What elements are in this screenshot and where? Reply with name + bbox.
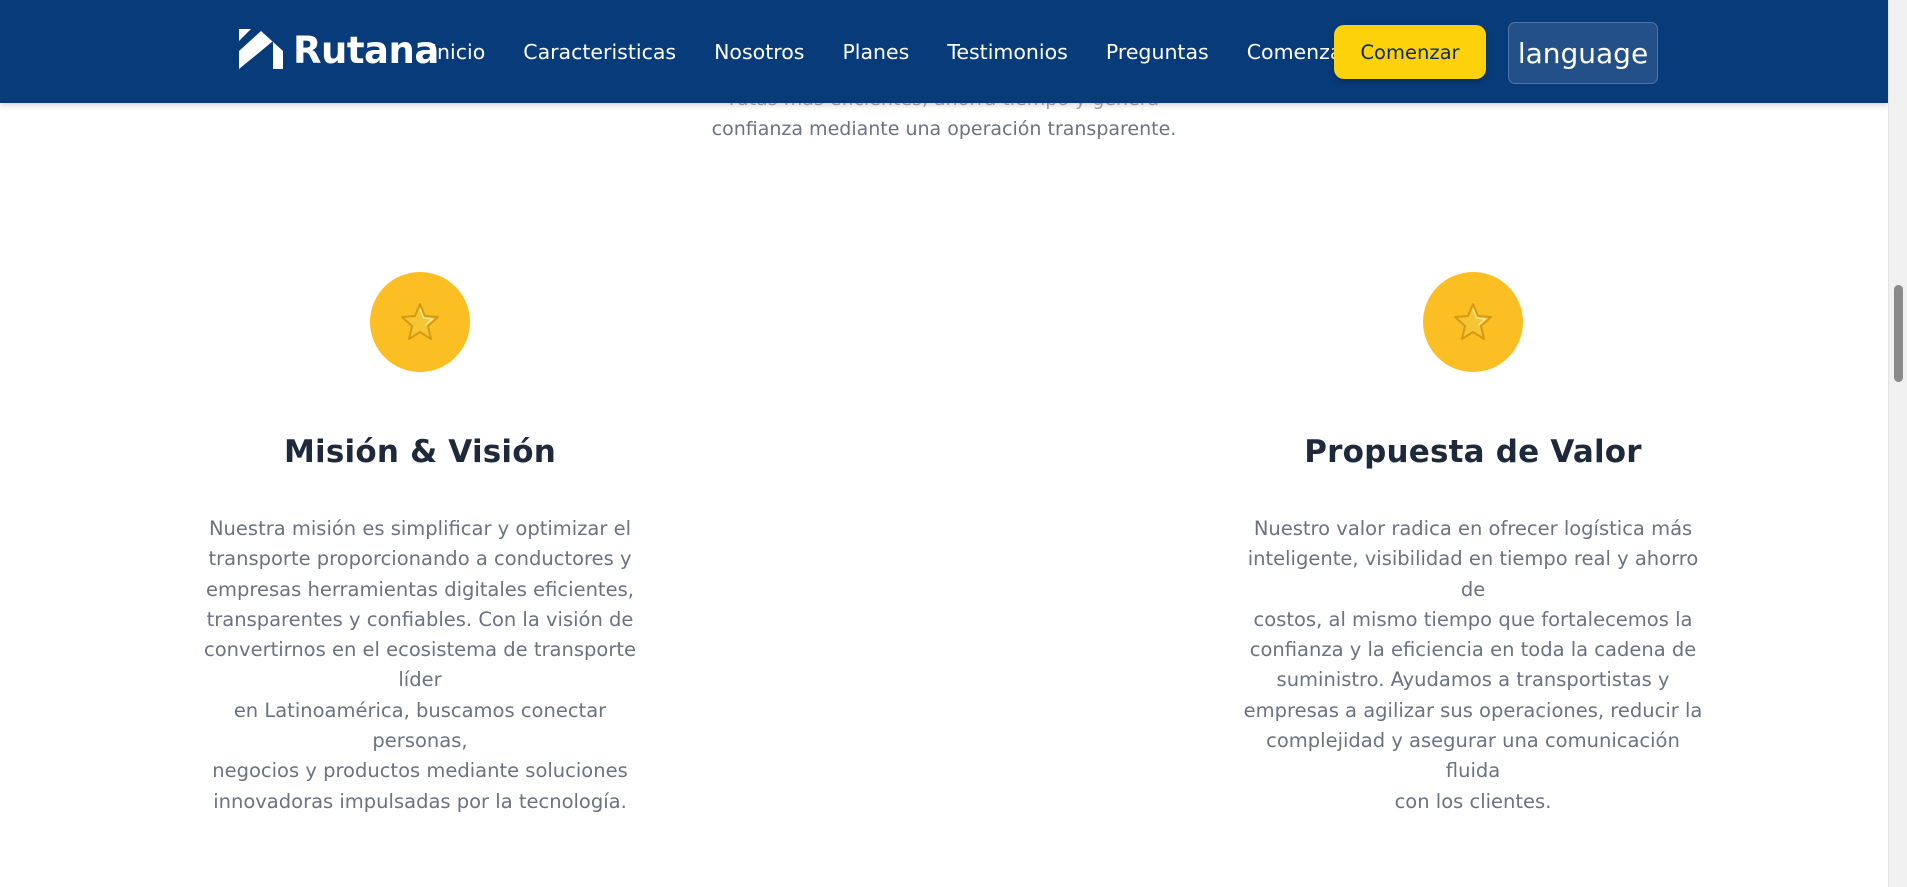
value-proposition-card: Propuesta de Valor Nuestro valor radica … [1243,272,1703,817]
nav-item-caracteristicas[interactable]: Caracteristicas [523,40,676,64]
scrollbar-thumb[interactable] [1894,285,1903,382]
card-line: innovadoras impulsadas por la tecnología… [213,789,627,813]
star-badge [1423,272,1523,372]
card-line: convertirnos en el ecosistema de transpo… [204,638,636,692]
start-button[interactable]: Comenzar [1334,25,1486,79]
nav-item-testimonios[interactable]: Testimonios [947,40,1068,64]
card-line: negocios y productos mediante soluciones [212,759,628,783]
star-badge [370,272,470,372]
card-line: complejidad y asegurar una comunicación … [1266,729,1680,783]
star-icon [401,303,439,340]
card-line: Nuestro valor radica en ofrecer logístic… [1253,517,1693,540]
brand-logo[interactable]: Rutana [235,27,439,73]
vertical-scrollbar[interactable] [1888,0,1907,887]
card-line: confianza y la eficiencia en toda la cad… [1249,638,1697,662]
card-line: transparentes y confiables. Con la visió… [206,607,634,631]
brand-name: Rutana [293,28,439,72]
card-title: Propuesta de Valor [1304,434,1642,470]
card-line: empresas a agilizar sus operaciones, red… [1243,698,1703,722]
nav-item-preguntas[interactable]: Preguntas [1106,40,1209,64]
logo-mark-icon [239,29,283,69]
card-line: Nuestra misión es simplificar y optimiza… [208,517,632,540]
card-line: empresas herramientas digitales eficient… [206,577,634,601]
nav-item-inicio[interactable]: Inicio [431,40,485,64]
card-line: en Latinoamérica, buscamos conectar pers… [233,698,607,753]
card-title: Misión & Visión [283,434,557,470]
card-line: suministro. Ayudamos a transportistas y [1276,668,1670,692]
intro-line: confianza mediante una operación transpa… [711,118,1177,140]
nav-item-planes[interactable]: Planes [842,40,909,64]
card-line: con los clientes. [1394,789,1552,813]
nav-item-nosotros[interactable]: Nosotros [714,40,804,64]
card-description: Nuestro valor radica en ofrecer logístic… [1243,514,1703,817]
card-line: transporte proporcionando a conductores … [208,547,632,571]
language-button[interactable]: language [1508,22,1658,84]
card-description: Nuestra misión es simplificar y optimiza… [190,514,650,817]
mission-vision-card: Misión & Visión Nuestra misión es simpli… [190,272,650,817]
page-content: rutas más eficientes, ahorra tiempo y ge… [0,0,1888,887]
card-line: costos, al mismo tiempo que fortalecemos… [1253,607,1693,631]
star-icon [1454,303,1492,340]
main-nav: Inicio Caracteristicas Nosotros Planes T… [431,40,1351,64]
site-header: Rutana Inicio Caracteristicas Nosotros P… [0,0,1888,103]
card-line: inteligente, visibilidad en tiempo real … [1247,547,1699,601]
